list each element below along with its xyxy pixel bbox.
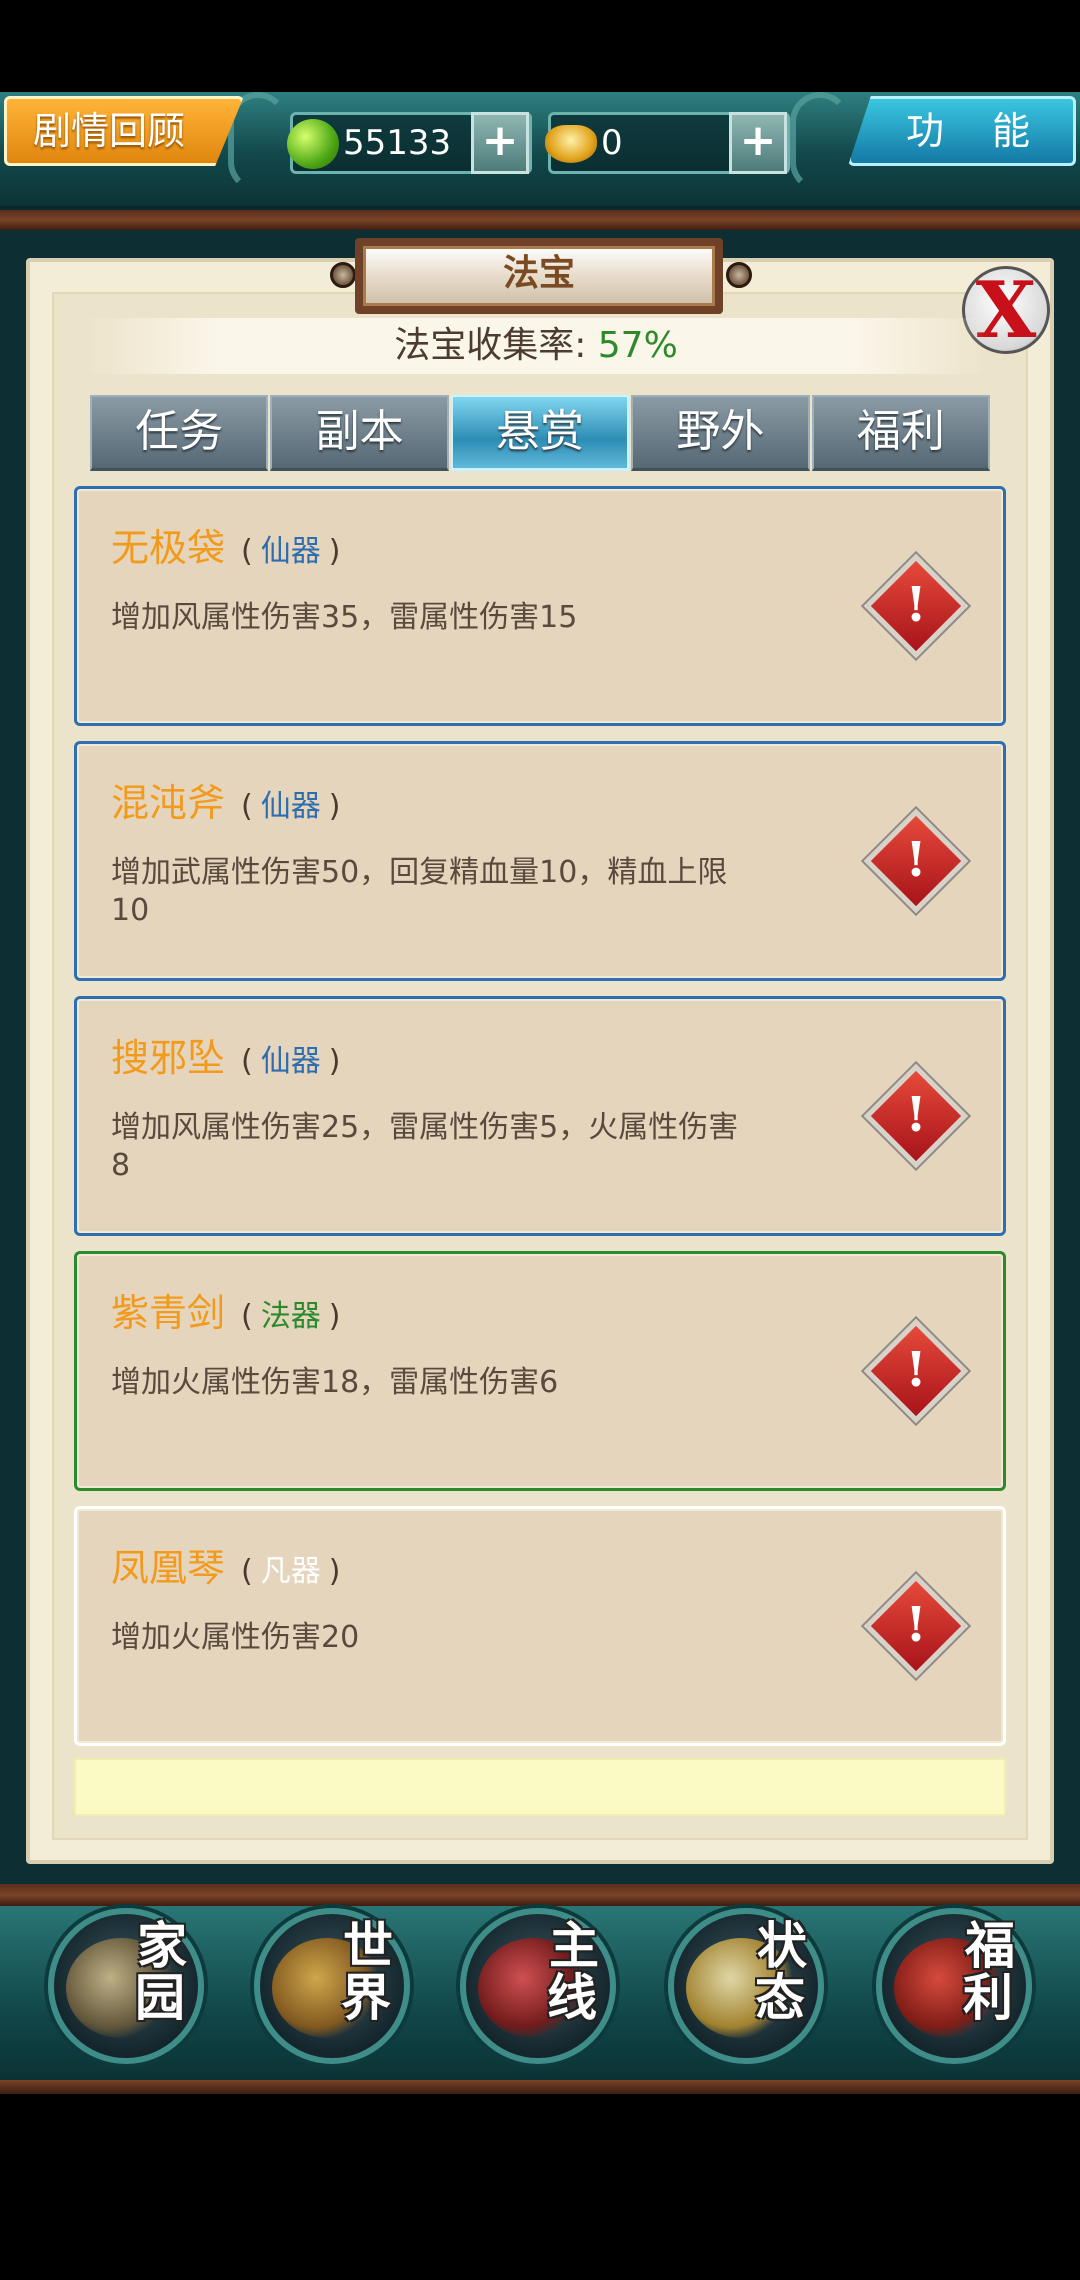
nav-label: 主线: [547, 1916, 599, 2027]
list-item[interactable]: 混沌斧 (仙器) 增加武属性伤害50，回复精血量10，精血上限10 !: [74, 741, 1006, 981]
tab-task[interactable]: 任务: [90, 395, 269, 471]
item-name: 混沌斧: [111, 781, 226, 825]
list-footer: [74, 1758, 1006, 1816]
item-name: 紫青剑: [111, 1291, 226, 1335]
jade-currency: 55133 +: [287, 112, 532, 174]
story-review-button[interactable]: 剧情回顾: [4, 96, 244, 166]
plaque-knob-left: [330, 262, 356, 288]
gold-ingot-icon: [545, 125, 597, 163]
item-title: 搜邪坠 (仙器): [111, 1027, 340, 1082]
list-item[interactable]: 紫青剑 (法器) 增加火属性伤害18，雷属性伤害6 !: [74, 1251, 1006, 1491]
list-item[interactable]: 无极袋 (仙器) 增加风属性伤害35，雷属性伤害15 !: [74, 486, 1006, 726]
item-description: 增加风属性伤害25，雷属性伤害5，火属性伤害8: [111, 1110, 739, 1183]
category-tabs: 任务 副本 悬赏 野外 福利: [90, 395, 991, 471]
nav-label: 世界: [341, 1916, 393, 2027]
nav-welfare-button[interactable]: 福利: [876, 1908, 1032, 2068]
jade-coin-icon: [287, 119, 339, 169]
item-description: 增加武属性伤害50，回复精血量10，精血上限10: [111, 855, 728, 928]
item-grade: (仙器): [241, 1044, 341, 1079]
item-description: 增加风属性伤害35，雷属性伤害15: [111, 600, 578, 635]
list-item[interactable]: 搜邪坠 (仙器) 增加风属性伤害25，雷属性伤害5，火属性伤害8 !: [74, 996, 1006, 1236]
item-title: 凤凰琴 (凡器): [111, 1537, 340, 1592]
collection-rate-label: 法宝收集率:: [394, 325, 598, 366]
exclamation-diamond-icon[interactable]: !: [863, 1573, 969, 1679]
plaque-knob-right: [726, 262, 752, 288]
nav-label: 福利: [963, 1916, 1015, 2027]
nav-label: 家园: [135, 1916, 187, 2027]
item-grade: (法器): [241, 1299, 341, 1334]
item-grade: (仙器): [241, 534, 341, 569]
item-description: 增加火属性伤害18，雷属性伤害6: [111, 1365, 559, 1400]
title-plaque: 法宝: [355, 238, 723, 314]
tab-dungeon[interactable]: 副本: [270, 395, 449, 471]
item-title: 混沌斧 (仙器): [111, 772, 340, 827]
item-name: 搜邪坠: [111, 1036, 226, 1080]
exclamation-diamond-icon[interactable]: !: [863, 1318, 969, 1424]
nav-world-button[interactable]: 世界: [254, 1908, 410, 2068]
nav-status-button[interactable]: 状态: [668, 1908, 824, 2068]
nav-home-button[interactable]: 家园: [48, 1908, 204, 2068]
add-gold-button[interactable]: +: [729, 112, 787, 174]
wood-border-bottom: [0, 1884, 1080, 1906]
item-grade: (仙器): [241, 789, 341, 824]
gold-currency: 0 +: [545, 112, 790, 174]
ornament: [790, 92, 850, 192]
gold-amount: 0: [601, 123, 623, 163]
jade-amount: 55133: [343, 123, 452, 163]
nav-main-quest-button[interactable]: 主线: [460, 1908, 616, 2068]
collection-rate: 法宝收集率: 57%: [86, 318, 986, 374]
collection-rate-value: 57%: [597, 325, 678, 366]
item-name: 凤凰琴: [111, 1546, 226, 1590]
wood-border-nav: [0, 2080, 1080, 2094]
add-jade-button[interactable]: +: [471, 112, 529, 174]
item-title: 无极袋 (仙器): [111, 517, 340, 572]
exclamation-diamond-icon[interactable]: !: [863, 808, 969, 914]
list-item[interactable]: 凤凰琴 (凡器) 增加火属性伤害20 !: [74, 1506, 1006, 1746]
item-description: 增加火属性伤害20: [111, 1620, 360, 1655]
wood-border-top: [0, 210, 1080, 230]
tab-welfare[interactable]: 福利: [811, 395, 991, 471]
exclamation-diamond-icon[interactable]: !: [863, 1063, 969, 1169]
item-grade: (凡器): [241, 1554, 341, 1589]
function-button[interactable]: 功 能: [848, 96, 1076, 166]
treasure-list: 无极袋 (仙器) 增加风属性伤害35，雷属性伤害15 ! 混沌斧 (仙器) 增加武属…: [74, 486, 1006, 1761]
exclamation-diamond-icon[interactable]: !: [863, 553, 969, 659]
tab-wild[interactable]: 野外: [631, 395, 810, 471]
item-name: 无极袋: [111, 526, 226, 570]
tab-bounty[interactable]: 悬赏: [450, 395, 630, 471]
item-title: 紫青剑 (法器): [111, 1282, 340, 1337]
nav-label: 状态: [755, 1916, 807, 2027]
panel-title: 法宝: [355, 238, 723, 314]
